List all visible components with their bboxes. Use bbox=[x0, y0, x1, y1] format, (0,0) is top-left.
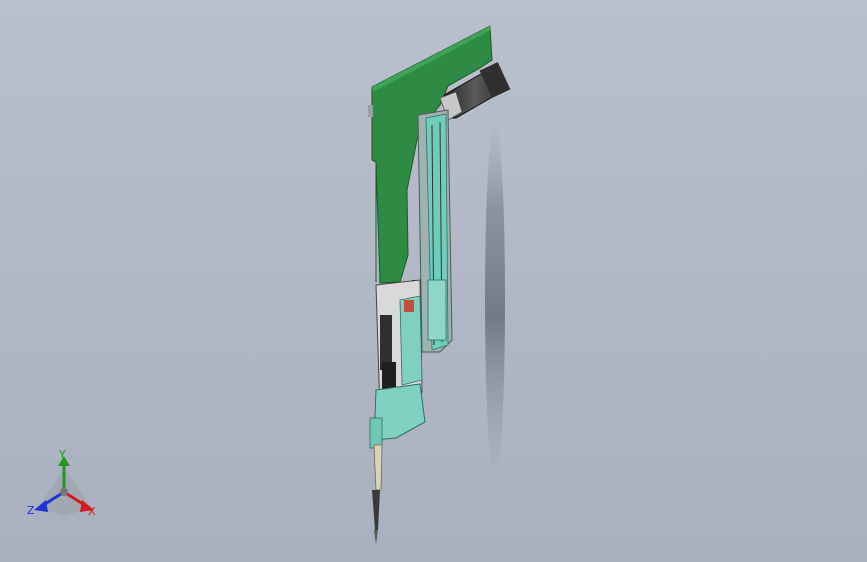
lower-carriage-assembly bbox=[369, 279, 426, 449]
coordinate-triad: Y X Z bbox=[22, 446, 106, 526]
vertical-linear-rail bbox=[417, 109, 453, 353]
z-axis-arrow-icon bbox=[34, 500, 48, 512]
model-shadow bbox=[485, 120, 505, 480]
graphics-viewport[interactable]: Y X Z bbox=[0, 0, 867, 562]
cad-model-view[interactable] bbox=[0, 0, 867, 562]
y-axis-label: Y bbox=[59, 448, 66, 461]
dispense-needle bbox=[372, 444, 383, 545]
z-axis-label: Z bbox=[27, 504, 35, 517]
x-axis-label: X bbox=[88, 505, 96, 518]
